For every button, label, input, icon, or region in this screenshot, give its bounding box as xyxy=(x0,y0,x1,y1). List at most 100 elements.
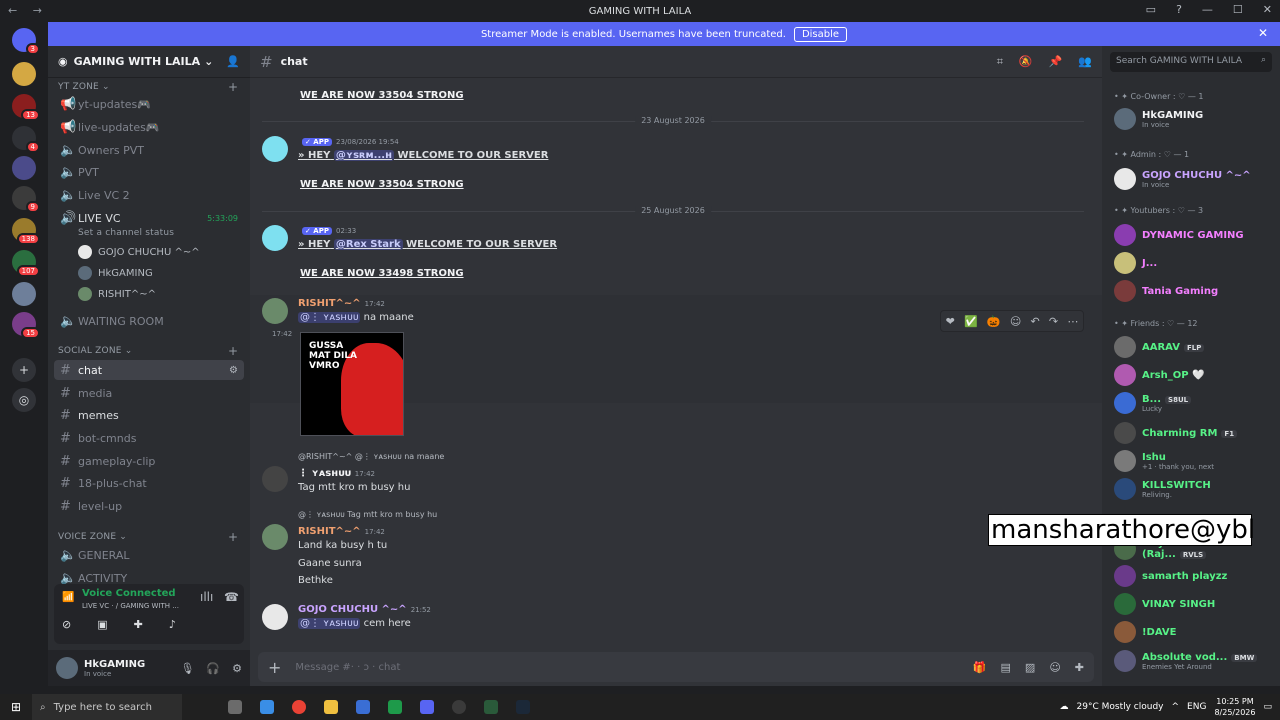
add-channel-icon[interactable]: + xyxy=(228,344,238,358)
member-item[interactable]: J... xyxy=(1114,250,1274,276)
clock[interactable]: 10:25 PM 8/25/2026 xyxy=(1214,696,1255,718)
voice-user[interactable]: HkGAMING xyxy=(78,266,153,280)
avatar[interactable] xyxy=(262,524,288,550)
voice-channel-name[interactable]: LIVE VC · / GAMING WITH ... xyxy=(82,602,179,610)
gear-icon[interactable]: ⚙ xyxy=(232,662,242,675)
server-icon[interactable] xyxy=(12,156,36,180)
member-item[interactable]: Ishu +1 · thank you, next xyxy=(1114,448,1274,474)
disconnect-icon[interactable]: ☎ xyxy=(224,590,239,604)
reply-icon[interactable]: ↶ xyxy=(1031,315,1040,328)
discover-icon[interactable]: ◎ xyxy=(12,388,36,412)
server-icon[interactable]: 4 xyxy=(12,126,40,153)
message-author[interactable]: RISHIT^~^ 17:42 xyxy=(298,298,385,309)
notification-icon[interactable]: ▭ xyxy=(1263,702,1272,712)
avatar[interactable] xyxy=(262,225,288,251)
close-window-button[interactable]: ✕ xyxy=(1263,3,1272,16)
disable-streamer-button[interactable]: Disable xyxy=(793,26,848,42)
channel-live-updates[interactable]: 📢 live-updates🎮 xyxy=(54,117,244,137)
tray-chevron-icon[interactable]: ^ xyxy=(1172,702,1180,712)
server-icon[interactable]: 15 xyxy=(12,312,40,339)
voice-user[interactable]: RISHIT^~^ xyxy=(78,287,156,301)
member-item[interactable]: HkGAMING In voice xyxy=(1114,106,1274,132)
channel-waiting-room[interactable]: 🔈 WAITING ROOM xyxy=(54,311,244,331)
member-item[interactable]: B... S8UL Lucky xyxy=(1114,390,1274,416)
message-author[interactable]: ✓ APP 02:33 xyxy=(298,225,356,236)
member-item[interactable]: KILLSWITCH Reliving. xyxy=(1114,476,1274,502)
message-author[interactable]: GOJO CHUCHU ^~^ 21:52 xyxy=(298,604,431,615)
threads-icon[interactable]: ⌗ xyxy=(997,55,1003,69)
channel-status[interactable]: Set a channel status xyxy=(78,228,174,238)
meme-image[interactable]: GUSSA MAT DILA VMRO xyxy=(300,332,404,436)
member-item[interactable]: DYNAMIC GAMING xyxy=(1114,222,1274,248)
close-banner-icon[interactable]: ✕ xyxy=(1258,26,1268,40)
channel-chat[interactable]: # chat ⚙ xyxy=(54,360,244,380)
check-react-icon[interactable]: ✅ xyxy=(964,315,978,328)
server-icon[interactable]: 13 xyxy=(12,94,40,121)
apps-icon[interactable]: ✚ xyxy=(1075,661,1084,674)
avatar[interactable] xyxy=(262,136,288,162)
help-icon[interactable]: ? xyxy=(1176,3,1182,16)
channel-owners-pvt[interactable]: 🔈 Owners PVT xyxy=(54,140,244,160)
activities-icon[interactable]: ✚ xyxy=(134,618,143,631)
member-item[interactable]: Arsh_OP 🤍 xyxy=(1114,362,1274,388)
steam-icon[interactable] xyxy=(516,700,530,714)
copilot-icon[interactable] xyxy=(260,700,274,714)
weather[interactable]: 29°C Mostly cloudy xyxy=(1077,702,1164,712)
windows-start-icon[interactable]: ⊞ xyxy=(0,700,32,714)
add-reaction-icon[interactable]: ☺ xyxy=(1010,315,1021,328)
obs-icon[interactable] xyxy=(452,700,466,714)
add-server-icon[interactable]: + xyxy=(12,358,36,382)
emoji-react-icon[interactable]: 🎃 xyxy=(987,315,1001,328)
channel-live-vc-2[interactable]: 🔈 Live VC 2 xyxy=(54,185,244,205)
invite-icon[interactable]: 👤 xyxy=(226,55,240,68)
member-item[interactable]: Tania Gaming xyxy=(1114,278,1274,304)
message-author[interactable]: ⋮ ʏᴀꜱʜᴜᴜ 17:42 xyxy=(298,468,375,479)
app-icon[interactable] xyxy=(484,700,498,714)
channel-gameplay-clip[interactable]: # gameplay-clip xyxy=(54,451,244,471)
channel-level-up[interactable]: # level-up xyxy=(54,496,244,516)
server-icon[interactable] xyxy=(12,282,36,306)
reply-preview[interactable]: @RISHIT^~^ @⋮ ʏᴀꜱʜᴜᴜ na maane xyxy=(298,452,444,461)
message-author[interactable]: RISHIT^~^ 17:42 xyxy=(298,526,385,537)
attach-icon[interactable]: + xyxy=(268,658,281,677)
app-icon[interactable] xyxy=(388,700,402,714)
search-input[interactable]: Search GAMING WITH LAILA ⌕ xyxy=(1110,52,1272,72)
sticker-icon[interactable]: ▨ xyxy=(1025,661,1035,674)
channel-yt-updates[interactable]: 📢 yt-updates🎮 xyxy=(54,94,244,114)
avatar[interactable] xyxy=(56,657,78,679)
gif-icon[interactable]: ▤ xyxy=(1001,661,1011,674)
history-nav[interactable]: ← → xyxy=(8,4,48,17)
notifications-icon[interactable]: 🔕 xyxy=(1019,55,1033,69)
headphones-icon[interactable]: 🎧 xyxy=(206,662,220,675)
inbox-icon[interactable]: ▭ xyxy=(1146,3,1156,16)
member-item[interactable]: GOJO CHUCHU ^~^ In voice xyxy=(1114,166,1274,192)
channel-memes[interactable]: # memes xyxy=(54,405,244,425)
noise-icon[interactable]: ıllı xyxy=(200,590,213,604)
voice-user[interactable]: GOJO CHUCHU ^~^ xyxy=(78,245,200,259)
server-icon[interactable]: 138 xyxy=(12,218,40,245)
avatar[interactable] xyxy=(262,298,288,324)
pin-icon[interactable]: 📌 xyxy=(1049,55,1063,69)
camera-icon[interactable]: ⊘ xyxy=(62,618,71,631)
member-item[interactable]: VINAY SINGH xyxy=(1114,591,1274,617)
member-item[interactable]: Absolute vod... BMW Enemies Yet Around xyxy=(1114,648,1274,674)
message-input[interactable]: Message #· · ɔ · chat xyxy=(295,662,400,673)
reply-preview[interactable]: @⋮ ʏᴀꜱʜᴜᴜ Tag mtt kro m busy hu xyxy=(298,510,437,519)
avatar[interactable] xyxy=(262,604,288,630)
task-view-icon[interactable] xyxy=(228,700,242,714)
member-item[interactable]: !DAVE xyxy=(1114,619,1274,645)
message-composer[interactable]: + Message #· · ɔ · chat 🎁 ▤ ▨ ☺ ✚ xyxy=(258,652,1094,682)
emoji-icon[interactable]: ☺ xyxy=(1049,661,1060,674)
microphone-icon[interactable]: 🎙 xyxy=(180,662,194,675)
server-icon[interactable]: 107 xyxy=(12,250,40,277)
channel-bot-cmnds[interactable]: # bot-cmnds xyxy=(54,428,244,448)
member-item[interactable]: samarth playzz xyxy=(1114,563,1274,589)
category-voice-zone[interactable]: VOICE ZONE ⌄ + xyxy=(58,530,238,544)
file-explorer-icon[interactable] xyxy=(324,700,338,714)
channel-settings-icon[interactable]: ⚙ xyxy=(229,365,238,376)
server-icon[interactable] xyxy=(12,62,36,86)
discord-icon[interactable] xyxy=(420,700,434,714)
heart-react-icon[interactable]: ❤ xyxy=(946,315,955,328)
store-icon[interactable] xyxy=(356,700,370,714)
server-icon[interactable]: 3 xyxy=(12,28,40,55)
